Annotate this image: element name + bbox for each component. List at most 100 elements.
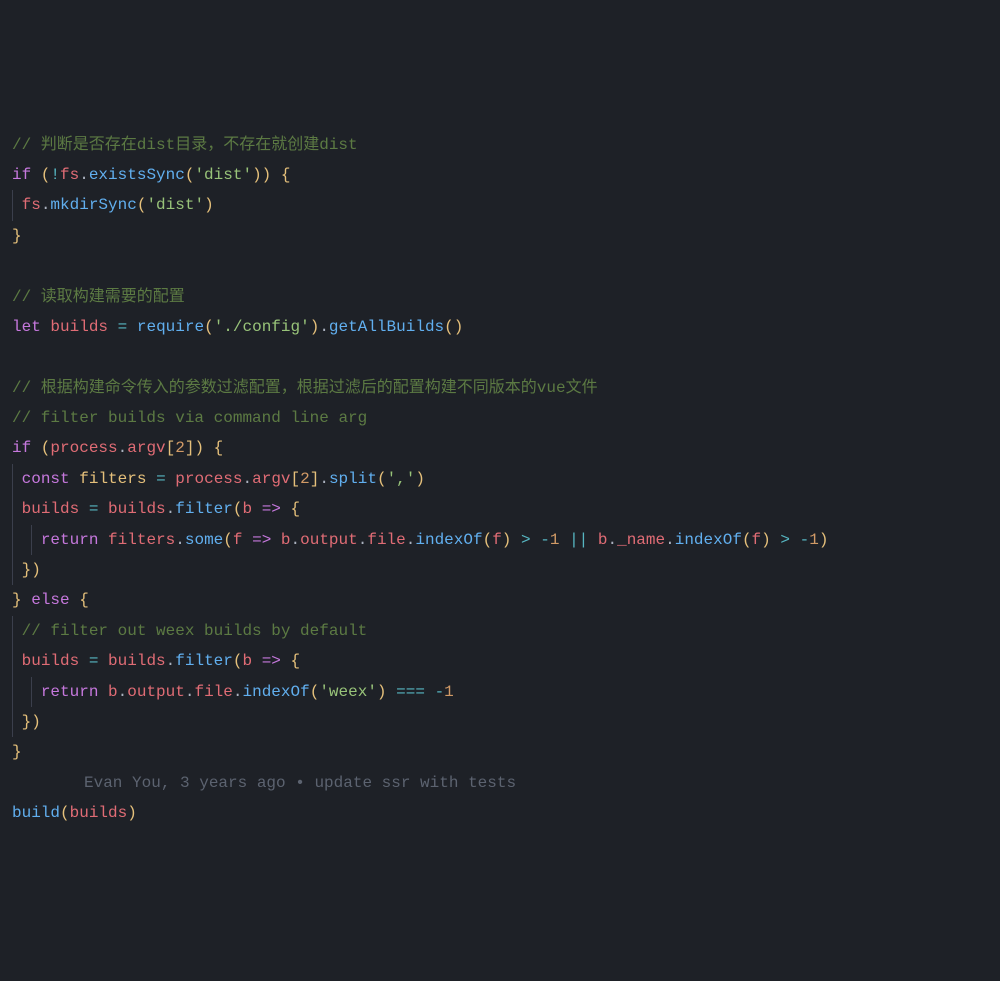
code-token: . [166,652,176,670]
code-token: 1 [809,531,819,549]
code-line[interactable]: // filter builds via command line arg [12,403,988,433]
code-token: ( [31,439,50,457]
code-token: ) [377,683,387,701]
code-token [790,531,800,549]
code-token: [ [291,470,301,488]
code-token: ) [194,439,204,457]
code-token: filter [175,652,233,670]
code-token: } [12,227,22,245]
code-token: build [12,804,60,822]
code-comment: // 根据构建命令传入的参数过滤配置，根据过滤后的配置构建不同版本的vue文件 [12,379,598,397]
code-line[interactable]: builds = builds.filter(b => { [12,494,988,524]
code-token: } [12,743,22,761]
code-token: ) [252,166,262,184]
code-token: 'dist' [194,166,252,184]
code-token: - [435,683,445,701]
code-line[interactable]: if (!fs.existsSync('dist')) { [12,160,988,190]
code-token: ( [60,804,70,822]
code-editor[interactable]: // 判断是否存在dist目录，不存在就创建dist if (!fs.exists… [12,130,988,829]
code-token: _name [617,531,665,549]
code-line[interactable] [12,342,988,372]
code-line[interactable]: // filter out weex builds by default [12,616,988,646]
code-token: === [396,683,425,701]
code-token [252,652,262,670]
code-token: filters [108,531,175,549]
code-token: b [108,683,118,701]
code-token: b [242,500,252,518]
code-token: filter [175,500,233,518]
code-token: argv [127,439,165,457]
code-token: ) [204,196,214,214]
code-line[interactable]: if (process.argv[2]) { [12,433,988,463]
code-token: 'weex' [319,683,377,701]
code-token: . [166,500,176,518]
code-token: { [70,591,89,609]
code-token [127,318,137,336]
code-line[interactable]: return b.output.file.indexOf('weex') ===… [12,677,988,707]
code-token: let [12,318,41,336]
code-token: builds [22,500,80,518]
code-token: }) [22,713,41,731]
code-token: { [204,439,223,457]
code-token: const [22,470,70,488]
code-token: . [319,318,329,336]
code-token: getAllBuilds [329,318,444,336]
code-line[interactable]: const filters = process.argv[2].split(',… [12,464,988,494]
code-token: . [319,470,329,488]
code-token: require [137,318,204,336]
code-token: b [242,652,252,670]
code-token: . [358,531,368,549]
code-line[interactable]: // 读取构建需要的配置 [12,282,988,312]
code-token: . [185,683,195,701]
code-token: file [194,683,232,701]
code-token: existsSync [89,166,185,184]
code-token: ( [137,196,147,214]
code-line[interactable]: build(builds) [12,798,988,828]
code-token: . [243,470,253,488]
code-token: ) [127,804,137,822]
code-line[interactable]: }) [12,707,988,737]
code-token: mkdirSync [50,196,136,214]
code-token: ) [502,531,512,549]
code-token: 1 [550,531,560,549]
code-line[interactable]: builds = builds.filter(b => { [12,646,988,676]
code-line[interactable]: // 判断是否存在dist目录，不存在就创建dist [12,130,988,160]
code-token: = [89,500,99,518]
code-token: process [175,470,242,488]
code-token: fs [60,166,79,184]
code-token: = [118,318,128,336]
code-token: f [752,531,762,549]
code-token [70,470,80,488]
code-token: ( [377,470,387,488]
code-token [146,470,156,488]
code-token: . [406,531,416,549]
code-token: - [800,531,810,549]
code-token: f [492,531,502,549]
code-token [79,652,89,670]
code-token: builds [70,804,128,822]
code-line[interactable]: }) [12,555,988,585]
code-line[interactable]: fs.mkdirSync('dist') [12,190,988,220]
code-line[interactable]: let builds = require('./config').getAllB… [12,312,988,342]
code-token [98,683,108,701]
code-line[interactable]: return filters.some(f => b.output.file.i… [12,525,988,555]
code-line[interactable]: } [12,221,988,251]
code-token: ) [262,166,272,184]
code-comment: // 判断是否存在dist目录，不存在就创建dist [12,136,358,154]
code-token: ] [310,470,320,488]
code-token: }) [22,561,41,579]
code-token: . [665,531,675,549]
code-token [22,591,32,609]
code-token [98,500,108,518]
code-token: builds [108,500,166,518]
code-token: . [118,439,128,457]
code-token: } [12,591,22,609]
code-line[interactable]: // 根据构建命令传入的参数过滤配置，根据过滤后的配置构建不同版本的vue文件 [12,373,988,403]
code-token: ) [819,531,829,549]
code-line[interactable] [12,251,988,281]
code-token: = [156,470,166,488]
code-line[interactable]: } [12,737,988,767]
code-token: . [291,531,301,549]
code-line[interactable]: } else { [12,585,988,615]
code-token: return [41,683,99,701]
